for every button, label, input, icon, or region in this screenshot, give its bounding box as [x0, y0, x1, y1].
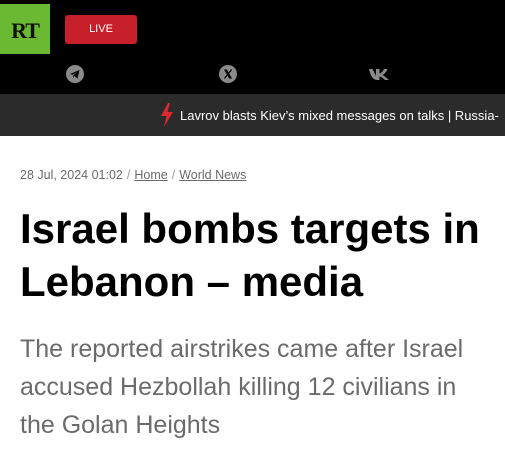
ticker-headline[interactable]: Lavrov blasts Kiev’s mixed messages on t…: [180, 108, 499, 123]
x-icon[interactable]: [217, 63, 239, 85]
article-meta: 28 Jul, 2024 01:02/Home / World News: [20, 168, 246, 182]
vk-icon[interactable]: [368, 63, 392, 85]
article-headline: Israel bombs targets in Lebanon – media: [20, 205, 480, 305]
live-button[interactable]: LIVE: [65, 15, 137, 44]
telegram-icon[interactable]: [64, 63, 86, 85]
logo-text: RT: [11, 18, 40, 43]
publish-date: 28 Jul, 2024 01:02: [20, 168, 123, 182]
breadcrumb-home-link[interactable]: Home: [134, 168, 167, 182]
top-bar: RT LIVE: [0, 0, 505, 94]
breadcrumb-separator: /: [171, 168, 176, 182]
breadcrumb-world-news-link[interactable]: World News: [179, 168, 246, 182]
breaking-news-ticker[interactable]: Lavrov blasts Kiev’s mixed messages on t…: [0, 94, 505, 136]
breadcrumb-separator: /: [126, 168, 131, 182]
article-summary: The reported airstrikes came after Israe…: [20, 335, 464, 439]
rt-logo[interactable]: RT: [0, 4, 50, 54]
lightning-bolt-icon: [161, 103, 173, 127]
